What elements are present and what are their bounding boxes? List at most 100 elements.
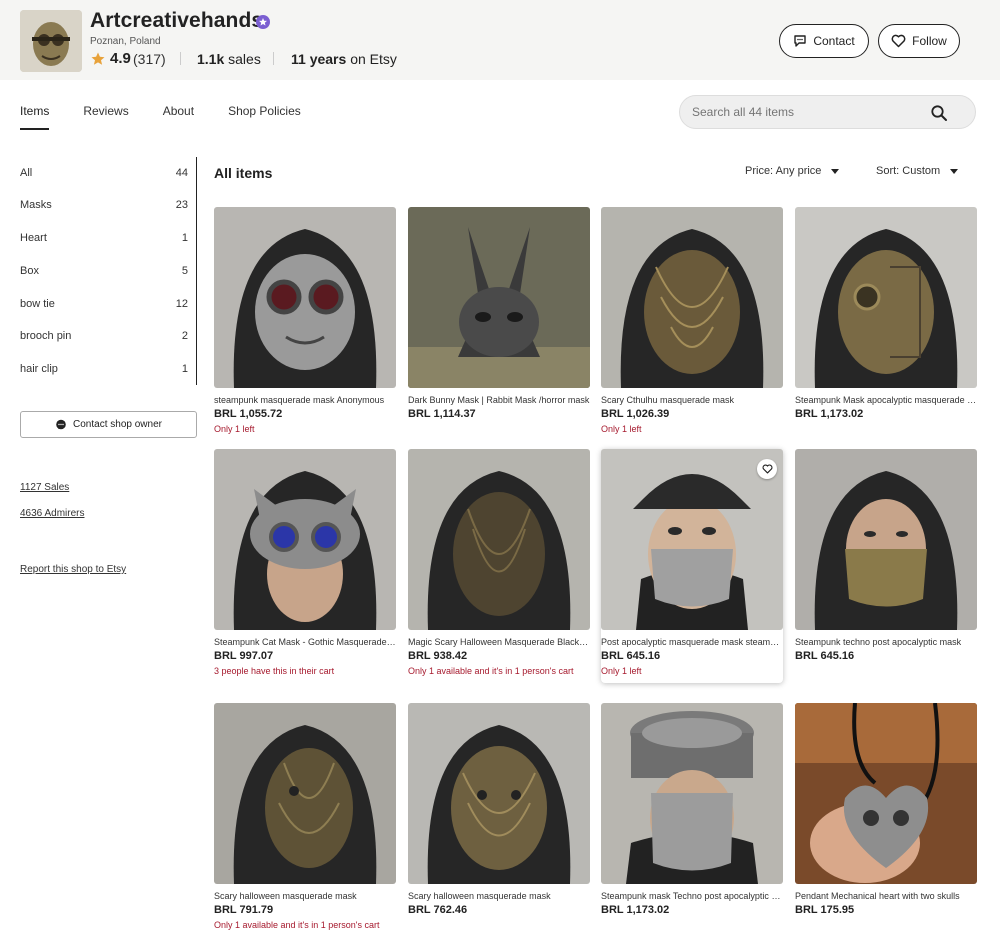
shop-sales: 1.1k sales xyxy=(197,51,261,67)
shop-logo[interactable] xyxy=(20,10,82,72)
product-image[interactable] xyxy=(214,449,396,630)
product-card[interactable]: steampunk masquerade mask Anonymous BRL … xyxy=(214,207,396,435)
contact-shop-owner-button[interactable]: Contact shop owner xyxy=(20,411,197,438)
tab-shop-policies[interactable]: Shop Policies xyxy=(228,104,301,130)
product-card[interactable]: Scary halloween masquerade mask BRL 791.… xyxy=(214,703,396,931)
product-card[interactable]: Steampunk techno post apocalyptic mask B… xyxy=(795,449,977,665)
product-title[interactable]: Scary Cthulhu masquerade mask xyxy=(601,395,783,405)
chat-icon xyxy=(55,419,67,431)
product-card[interactable]: Steampunk Mask apocalyptic masquerade ma… xyxy=(795,207,977,423)
product-title[interactable]: Steampunk Mask apocalyptic masquerade ma… xyxy=(795,395,977,405)
product-title[interactable]: Dark Bunny Mask | Rabbit Mask /horror ma… xyxy=(408,395,590,405)
product-image[interactable] xyxy=(795,703,977,884)
admirers-link[interactable]: 4636 Admirers xyxy=(20,508,84,519)
product-image[interactable] xyxy=(408,449,590,630)
shop-tabs: Items Reviews About Shop Policies xyxy=(20,104,335,130)
product-image[interactable] xyxy=(795,207,977,388)
product-price: BRL 645.16 xyxy=(601,650,661,662)
category-item-all[interactable]: All 44 xyxy=(20,167,188,185)
product-image[interactable] xyxy=(214,703,396,884)
category-item-bow-tie[interactable]: bow tie 12 xyxy=(20,298,188,316)
category-list: All 44 Masks 23 Heart 1 Box 5 bow tie 12 broo… xyxy=(20,157,197,385)
sidebar: All 44 Masks 23 Heart 1 Box 5 bow tie 12 broo… xyxy=(20,157,197,385)
contact-button[interactable]: Contact xyxy=(779,24,869,58)
shop-header: Artcreativehands Poznan, Poland 4.9 (317… xyxy=(0,0,1000,80)
product-note: Only 1 left xyxy=(601,424,642,434)
divider xyxy=(180,52,181,65)
shop-name: Artcreativehands xyxy=(90,9,264,32)
category-item-heart[interactable]: Heart 1 xyxy=(20,232,188,250)
product-title[interactable]: Steampunk techno post apocalyptic mask xyxy=(795,637,977,647)
product-title[interactable]: Magic Scary Halloween Masquerade Black M… xyxy=(408,637,590,647)
product-image[interactable] xyxy=(601,207,783,388)
product-card[interactable]: Steampunk Cat Mask - Gothic Masquerade M… xyxy=(214,449,396,677)
product-card[interactable]: Post apocalyptic masquerade mask steampu… xyxy=(601,449,783,683)
product-title[interactable]: Steampunk Cat Mask - Gothic Masquerade M… xyxy=(214,637,396,647)
product-price: BRL 938.42 xyxy=(408,650,468,662)
follow-label: Follow xyxy=(912,34,947,48)
category-item-box[interactable]: Box 5 xyxy=(20,265,188,283)
product-card[interactable]: Steampunk mask Techno post apocalyptic m… xyxy=(601,703,783,919)
product-title[interactable]: Scary halloween masquerade mask xyxy=(408,891,590,901)
tab-items[interactable]: Items xyxy=(20,104,50,130)
product-price: BRL 1,055.72 xyxy=(214,408,283,420)
category-item-masks[interactable]: Masks 23 xyxy=(20,199,188,217)
search-icon[interactable] xyxy=(930,104,948,122)
follow-button[interactable]: Follow xyxy=(878,24,960,58)
product-note: 3 people have this in their cart xyxy=(214,666,335,676)
shop-years: 11 years on Etsy xyxy=(291,51,397,67)
rating-count[interactable]: (317) xyxy=(133,51,166,67)
product-image[interactable] xyxy=(408,207,590,388)
product-price: BRL 997.07 xyxy=(214,650,274,662)
sort-dropdown[interactable]: Sort: Custom xyxy=(876,165,959,177)
category-item-brooch-pin[interactable]: brooch pin 2 xyxy=(20,330,188,348)
report-shop-link[interactable]: Report this shop to Etsy xyxy=(20,564,126,575)
product-price: BRL 762.46 xyxy=(408,904,468,916)
chat-icon xyxy=(793,34,807,48)
product-price: BRL 1,114.37 xyxy=(408,408,476,420)
search-input[interactable] xyxy=(692,105,922,119)
contact-owner-label: Contact shop owner xyxy=(73,419,162,430)
section-heading: All items xyxy=(214,165,273,181)
product-image[interactable] xyxy=(214,207,396,388)
search-bar xyxy=(679,95,976,129)
product-price: BRL 791.79 xyxy=(214,904,274,916)
product-card[interactable]: Magic Scary Halloween Masquerade Black M… xyxy=(408,449,590,677)
product-card[interactable]: Scary Cthulhu masquerade mask BRL 1,026.… xyxy=(601,207,783,435)
favorite-button[interactable] xyxy=(757,459,777,479)
tab-about[interactable]: About xyxy=(163,104,194,130)
product-note: Only 1 available and it's in 1 person's … xyxy=(408,666,574,676)
caret-down-icon xyxy=(950,168,959,174)
product-price: BRL 1,026.39 xyxy=(601,408,670,420)
heart-icon xyxy=(762,464,773,474)
product-image[interactable] xyxy=(795,449,977,630)
caret-down-icon xyxy=(831,168,840,174)
shop-location: Poznan, Poland xyxy=(90,36,161,47)
product-image[interactable] xyxy=(601,449,783,630)
product-price: BRL 645.16 xyxy=(795,650,855,662)
product-note: Only 1 left xyxy=(214,424,255,434)
contact-label: Contact xyxy=(813,34,855,48)
star-icon xyxy=(90,51,106,67)
product-title[interactable]: Scary halloween masquerade mask xyxy=(214,891,396,901)
heart-icon xyxy=(891,34,906,48)
product-title[interactable]: Pendant Mechanical heart with two skulls xyxy=(795,891,977,901)
sales-link[interactable]: 1127 Sales xyxy=(20,482,69,493)
product-price: BRL 1,173.02 xyxy=(601,904,670,916)
divider xyxy=(273,52,274,65)
category-item-hair-clip[interactable]: hair clip 1 xyxy=(20,363,188,381)
star-seller-badge-icon xyxy=(256,15,270,29)
product-title[interactable]: steampunk masquerade mask Anonymous xyxy=(214,395,396,405)
product-note: Only 1 available and it's in 1 person's … xyxy=(214,920,380,930)
tab-reviews[interactable]: Reviews xyxy=(83,104,128,130)
product-price: BRL 1,173.02 xyxy=(795,408,864,420)
product-note: Only 1 left xyxy=(601,666,642,676)
product-card[interactable]: Pendant Mechanical heart with two skulls… xyxy=(795,703,977,919)
product-title[interactable]: Steampunk mask Techno post apocalyptic m… xyxy=(601,891,783,901)
product-card[interactable]: Dark Bunny Mask | Rabbit Mask /horror ma… xyxy=(408,207,590,423)
product-card[interactable]: Scary halloween masquerade mask BRL 762.… xyxy=(408,703,590,919)
product-image[interactable] xyxy=(601,703,783,884)
price-filter-dropdown[interactable]: Price: Any price xyxy=(745,165,840,177)
product-title[interactable]: Post apocalyptic masquerade mask steampu… xyxy=(601,637,783,647)
product-image[interactable] xyxy=(408,703,590,884)
